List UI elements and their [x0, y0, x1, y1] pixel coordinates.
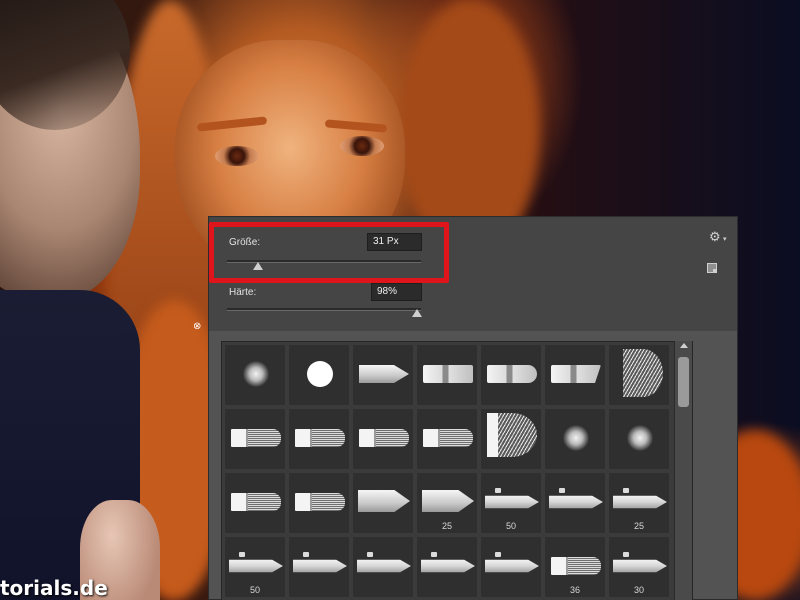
soft-round-brush-tip-icon — [627, 425, 653, 451]
brush-preset-7[interactable] — [608, 344, 670, 406]
airbrush-knob-icon — [367, 552, 373, 557]
airbrush-knob-icon — [559, 488, 565, 493]
brush-preset-26[interactable] — [480, 536, 542, 598]
airbrush-brush-tip-icon — [421, 559, 475, 573]
brush-size-label: 25 — [441, 521, 452, 531]
brush-size-label: 25 — [633, 521, 644, 531]
airbrush-knob-icon — [495, 488, 501, 493]
airbrush-knob-icon — [623, 488, 629, 493]
brush-preset-25[interactable] — [416, 536, 478, 598]
flat-fan-brush-tip-icon — [623, 349, 663, 397]
brush-preset-5[interactable] — [480, 344, 542, 406]
bristle-flat-brush-tip-icon — [231, 429, 281, 447]
pencil-brush-tip-icon — [422, 490, 474, 512]
brush-preset-22[interactable]: 50 — [224, 536, 286, 598]
preset-scrollbar[interactable] — [674, 341, 692, 600]
bristle-fan-brush-tip-icon — [487, 413, 537, 457]
brush-preset-20[interactable] — [544, 472, 606, 534]
bristle-flat-brush-tip-icon — [231, 493, 281, 511]
bristle-flat-brush-tip-icon — [295, 493, 345, 511]
eyebrow-left — [196, 116, 268, 132]
brush-preset-14[interactable] — [608, 408, 670, 470]
hardness-value-field[interactable]: 98% — [371, 283, 422, 301]
flat-blunt-brush-tip-icon — [423, 365, 473, 383]
round-blunt-brush-tip-icon — [487, 365, 537, 383]
brush-preset-16[interactable] — [288, 472, 350, 534]
brush-preset-24[interactable] — [352, 536, 414, 598]
brush-preset-6[interactable] — [544, 344, 606, 406]
airbrush-brush-tip-icon — [229, 559, 283, 573]
airbrush-brush-tip-icon — [485, 495, 539, 509]
pencil-brush-tip-icon — [358, 490, 410, 512]
brush-preset-21[interactable]: 25 — [608, 472, 670, 534]
new-preset-icon[interactable] — [707, 263, 717, 273]
brush-size-label: 50 — [249, 585, 260, 595]
bristle-flat-brush-tip-icon — [423, 429, 473, 447]
airbrush-brush-tip-icon — [357, 559, 411, 573]
brush-preset-4[interactable] — [416, 344, 478, 406]
airbrush-knob-icon — [495, 552, 501, 557]
soft-round-brush-tip-icon — [243, 361, 269, 387]
scrollbar-thumb[interactable] — [678, 357, 689, 407]
gear-icon[interactable]: ⚙ — [709, 229, 721, 245]
brush-preset-19[interactable]: 50 — [480, 472, 542, 534]
hardness-slider-thumb[interactable] — [412, 309, 423, 317]
airbrush-knob-icon — [303, 552, 309, 557]
brush-preset-9[interactable] — [288, 408, 350, 470]
brush-preset-23[interactable] — [288, 536, 350, 598]
brush-preset-2[interactable] — [288, 344, 350, 406]
brush-preset-18[interactable]: 25 — [416, 472, 478, 534]
eye-left — [215, 146, 259, 166]
brush-preset-11[interactable] — [416, 408, 478, 470]
brush-size-label: 30 — [633, 585, 644, 595]
bristle-flat-brush-tip-icon — [295, 429, 345, 447]
brush-preset-8[interactable] — [224, 408, 286, 470]
brush-preset-1[interactable] — [224, 344, 286, 406]
watermark-text: torials.de — [0, 576, 108, 600]
brush-preset-28[interactable]: 30 — [608, 536, 670, 598]
bristle-flat-brush-tip-icon — [551, 557, 601, 575]
hard-round-brush-tip-icon — [307, 361, 333, 387]
eye-right — [340, 136, 384, 156]
scroll-up-icon[interactable] — [680, 343, 688, 348]
hardness-slider-track[interactable] — [227, 308, 421, 311]
brush-preset-15[interactable] — [224, 472, 286, 534]
round-point-stiff-brush-tip-icon — [359, 365, 409, 383]
soft-round-brush-tip-icon — [563, 425, 589, 451]
brush-preset-27[interactable]: 36 — [544, 536, 606, 598]
brush-cursor-icon: ⊗ — [193, 321, 202, 332]
airbrush-brush-tip-icon — [613, 495, 667, 509]
brush-preset-grid: 25 50 25 50 36 30 — [221, 341, 693, 600]
airbrush-brush-tip-icon — [293, 559, 347, 573]
size-highlight-frame — [209, 222, 449, 283]
airbrush-knob-icon — [239, 552, 245, 557]
eyebrow-right — [324, 119, 388, 133]
airbrush-brush-tip-icon — [613, 559, 667, 573]
bristle-flat-brush-tip-icon — [359, 429, 409, 447]
flat-angle-brush-tip-icon — [551, 365, 601, 383]
brush-preset-13[interactable] — [544, 408, 606, 470]
brush-size-label: 50 — [505, 521, 516, 531]
airbrush-knob-icon — [623, 552, 629, 557]
brush-preset-12[interactable] — [480, 408, 542, 470]
brush-size-label: 36 — [569, 585, 580, 595]
hardness-label: Härte: — [229, 287, 257, 298]
airbrush-brush-tip-icon — [485, 559, 539, 573]
brush-preset-17[interactable] — [352, 472, 414, 534]
airbrush-brush-tip-icon — [549, 495, 603, 509]
airbrush-knob-icon — [431, 552, 437, 557]
chevron-down-icon[interactable]: ▾ — [723, 235, 727, 243]
brush-preset-3[interactable] — [352, 344, 414, 406]
brush-preset-10[interactable] — [352, 408, 414, 470]
